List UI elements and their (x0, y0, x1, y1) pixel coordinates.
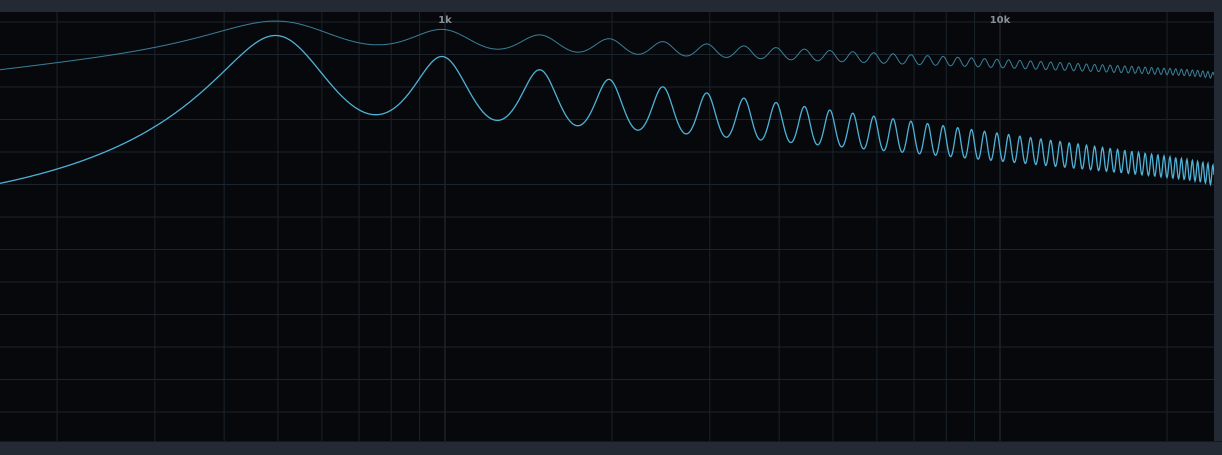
spectrum-plot: 1k 10k (0, 12, 1214, 442)
analyzer-grid (0, 12, 1214, 442)
spectrum-analyzer[interactable]: 1k 10k (0, 12, 1214, 442)
analyzer-bottom-bar (0, 441, 1222, 455)
peak-hold-curve (0, 20, 1214, 79)
analyzer-right-edge (1214, 12, 1222, 442)
freq-label-1k: 1k (438, 15, 452, 26)
spectrum-curve (0, 34, 1214, 187)
freq-label-10k: 10k (990, 15, 1011, 26)
